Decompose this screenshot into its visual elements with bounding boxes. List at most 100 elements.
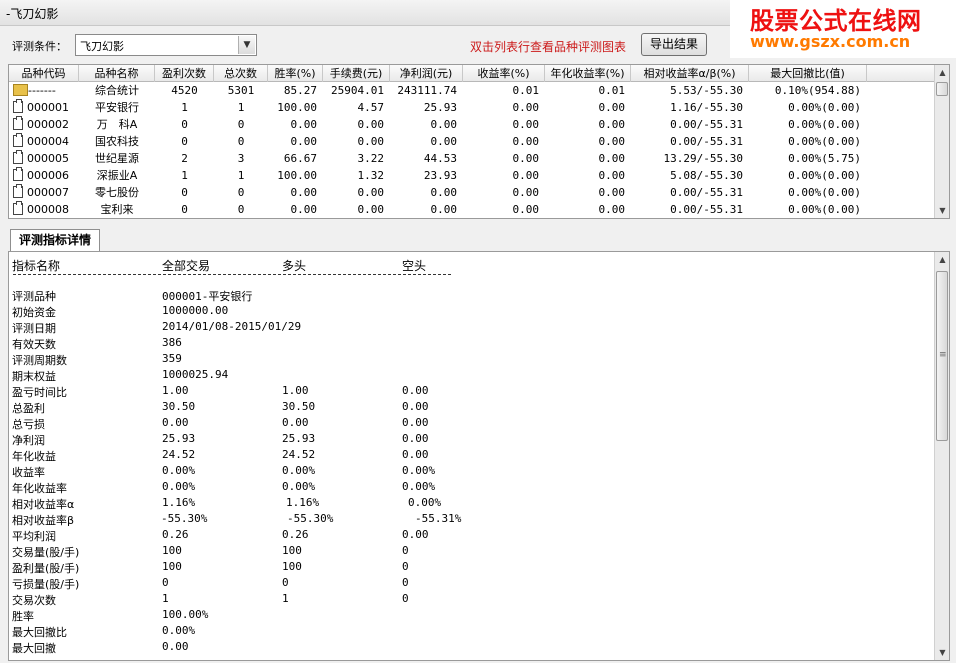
- table-row[interactable]: 000006 深振业A 1 1 100.00 1.32 23.93 0.00 0.00 5.08/…: [9, 167, 935, 184]
- row-winrate: 0.00: [290, 135, 318, 148]
- row-code-cell: 000008: [9, 201, 79, 218]
- row-fee: 25904.01: [331, 84, 384, 97]
- row-profit: 0.00: [430, 118, 458, 131]
- row-code: 000002: [27, 118, 69, 131]
- detail-header-long: 多头: [282, 259, 307, 273]
- scroll-up-icon[interactable]: ▲: [935, 65, 949, 80]
- column-header[interactable]: 胜率(%): [268, 65, 323, 82]
- scroll-thumb[interactable]: [936, 82, 948, 96]
- watermark-title: 股票公式在线网: [750, 7, 922, 35]
- condition-select[interactable]: 飞刀幻影 ▼: [75, 34, 257, 56]
- column-header[interactable]: 盈利次数: [155, 65, 214, 82]
- column-header[interactable]: 净利润(元): [390, 65, 463, 82]
- row-winrate: 0.00: [290, 186, 318, 199]
- row-dd: 0.00%(0.00): [788, 101, 861, 114]
- detail-long-value: 30.50: [282, 400, 316, 413]
- detail-row: 收益率 0.00% 0.00% 0.00%: [9, 464, 909, 480]
- document-icon: [13, 133, 23, 147]
- detail-metric-name: 总亏损: [12, 418, 45, 431]
- row-total: 5301: [227, 84, 255, 97]
- detail-metric-name: 评测周期数: [12, 354, 67, 367]
- chevron-down-icon[interactable]: ▼: [238, 36, 255, 54]
- detail-metric-name: 评测日期: [12, 322, 56, 335]
- detail-long-value: 100: [282, 560, 302, 573]
- column-header[interactable]: 相对收益率α/β(%): [631, 65, 749, 82]
- scroll-down-icon[interactable]: ▼: [935, 203, 949, 218]
- row-total: 3: [237, 152, 245, 165]
- row-annual: 0.00: [598, 186, 626, 199]
- detail-metric-name: 交易量(股/手): [12, 546, 80, 559]
- detail-row: 相对收益率α 1.16% 1.16% 0.00%: [9, 496, 909, 512]
- row-code: -------: [28, 84, 56, 97]
- row-name: 世纪星源: [95, 152, 139, 165]
- row-code: 000004: [27, 135, 69, 148]
- detail-short-value: 0.00: [402, 416, 429, 429]
- condition-label: 评测条件：: [12, 40, 67, 53]
- detail-short-value: 0: [402, 544, 409, 557]
- detail-long-value: 1.16%: [286, 496, 320, 509]
- table-row[interactable]: ------- 综合统计 4520 5301 85.27 25904.01 243111.7…: [9, 82, 935, 99]
- row-code: 000005: [27, 152, 69, 165]
- row-profit: 44.53: [423, 152, 457, 165]
- detail-row: 平均利润 0.26 0.26 0.00: [9, 528, 909, 544]
- row-fee: 4.57: [357, 101, 385, 114]
- detail-all-value: 0.00: [162, 640, 189, 653]
- row-total: 0: [237, 186, 245, 199]
- detail-row: 年化收益率 0.00% 0.00% 0.00%: [9, 480, 909, 496]
- detail-short-value: 0.00: [402, 384, 429, 397]
- row-name: 深振业A: [96, 169, 138, 182]
- table-row[interactable]: 000005 世纪星源 2 3 66.67 3.22 44.53 0.00 0.00 13.29/…: [9, 150, 935, 167]
- row-winrate: 100.00: [277, 169, 317, 182]
- column-header[interactable]: 年化收益率(%): [545, 65, 631, 82]
- detail-metric-name: 胜率: [12, 610, 34, 623]
- detail-scrollbar[interactable]: ▲ ≡ ▼: [934, 252, 949, 660]
- row-name: 综合统计: [95, 84, 139, 97]
- detail-row: 盈亏时间比 1.00 1.00 0.00: [9, 384, 909, 400]
- detail-all-value: 1: [162, 592, 169, 605]
- row-profit: 243111.74: [397, 84, 457, 97]
- detail-metric-name: 盈利量(股/手): [12, 562, 80, 575]
- row-wins: 0: [181, 135, 188, 148]
- table-scrollbar[interactable]: ▲ ▼: [934, 65, 949, 218]
- hint-text: 双击列表行查看品种评测图表: [470, 40, 627, 54]
- row-dd: 0.00%(0.00): [788, 118, 861, 131]
- row-ab: 0.00/-55.31: [670, 118, 743, 131]
- row-fee: 0.00: [357, 118, 385, 131]
- row-code-cell: 000005: [9, 150, 79, 167]
- row-ab: 0.00/-55.31: [670, 203, 743, 216]
- table-row[interactable]: 000002 万 科A 0 0 0.00 0.00 0.00 0.00 0.00 0.00/-55…: [9, 116, 935, 133]
- detail-all-value: 1.16%: [162, 496, 196, 509]
- column-header[interactable]: 品种代码: [9, 65, 79, 82]
- detail-all-value: 1000000.00: [162, 304, 229, 317]
- detail-all-value: 359: [162, 352, 182, 365]
- scroll-up-icon[interactable]: ▲: [935, 252, 949, 267]
- table-row[interactable]: 000007 零七股份 0 0 0.00 0.00 0.00 0.00 0.00 0.00/-55…: [9, 184, 935, 201]
- detail-short-value: -55.31%: [415, 512, 462, 525]
- detail-metric-name: 盈亏时间比: [12, 386, 67, 399]
- document-icon: [13, 184, 23, 198]
- table-row[interactable]: 000001 平安银行 1 1 100.00 4.57 25.93 0.00 0.00 1.16/…: [9, 99, 935, 116]
- column-header[interactable]: 收益率(%): [463, 65, 545, 82]
- row-total: 1: [237, 101, 245, 114]
- row-ab: 5.08/-55.30: [670, 169, 743, 182]
- column-header[interactable]: 手续费(元): [323, 65, 390, 82]
- column-header[interactable]: 最大回撤比(值): [749, 65, 867, 82]
- row-ret: 0.00: [512, 186, 540, 199]
- column-header[interactable]: 品种名称: [79, 65, 155, 82]
- tab-detail[interactable]: 评测指标详情: [10, 229, 100, 251]
- export-button[interactable]: 导出结果: [641, 33, 707, 56]
- detail-all-value: 0.00%: [162, 464, 196, 477]
- detail-row: 最大回撤 0.00: [9, 640, 909, 656]
- table-row[interactable]: 000008 宝利来 0 0 0.00 0.00 0.00 0.00 0.00 0.00/-55.…: [9, 201, 935, 218]
- document-icon: [13, 201, 23, 215]
- row-winrate: 0.00: [290, 203, 318, 216]
- scroll-down-icon[interactable]: ▼: [935, 645, 949, 660]
- results-table[interactable]: 品种代码 品种名称 盈利次数 总次数 胜率(%) 手续费(元) 净利润(元) 收益率(%) 年化…: [8, 64, 950, 219]
- table-row[interactable]: 000004 国农科技 0 0 0.00 0.00 0.00 0.00 0.00 0.00/-55…: [9, 133, 935, 150]
- column-header[interactable]: 总次数: [214, 65, 268, 82]
- row-annual: 0.00: [598, 118, 626, 131]
- scroll-thumb[interactable]: ≡: [936, 271, 948, 441]
- divider: [11, 273, 451, 276]
- table-header: 品种代码 品种名称 盈利次数 总次数 胜率(%) 手续费(元) 净利润(元) 收益率(%) 年化…: [9, 65, 939, 82]
- row-ab: 5.53/-55.30: [670, 84, 743, 97]
